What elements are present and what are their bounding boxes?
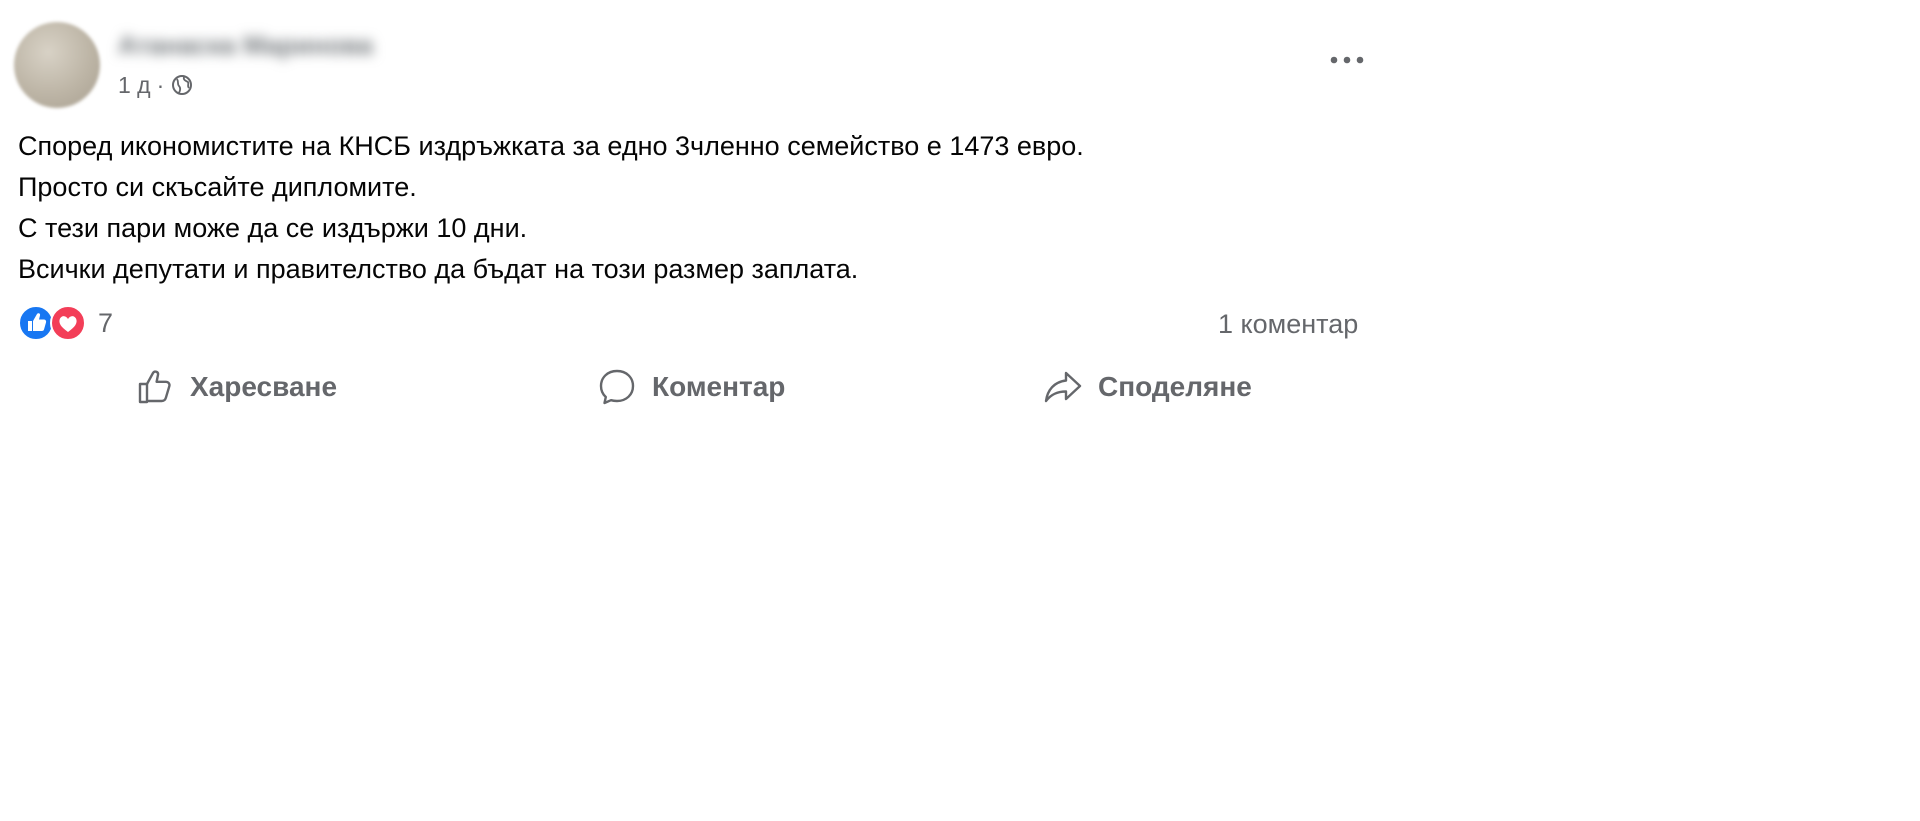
reaction-count: 7 — [98, 307, 114, 338]
comment-bubble-icon — [596, 366, 638, 408]
love-reaction-icon — [50, 305, 86, 341]
share-arrow-icon — [1042, 366, 1084, 408]
comment-label: Коментар — [652, 371, 786, 402]
like-button[interactable]: Харесване — [134, 362, 337, 412]
reactions-summary[interactable]: 7 — [18, 305, 113, 341]
post-text-line: Всички депутати и правителство да бъдат … — [18, 254, 859, 284]
comment-count[interactable]: 1 коментар — [1218, 306, 1358, 342]
comment-button[interactable]: Коментар — [596, 362, 785, 412]
share-label: Споделяне — [1098, 371, 1252, 402]
thumbs-up-icon — [134, 366, 176, 408]
globe-icon — [170, 73, 194, 97]
post-text: Според икономистите на КНСБ издръжката з… — [18, 126, 1378, 290]
post-meta: 1 д · — [118, 70, 194, 100]
share-button[interactable]: Споделяне — [1042, 362, 1252, 412]
post-text-line: С тези пари може да се издържи 10 дни. — [18, 213, 528, 243]
post-text-line: Просто си скъсайте дипломите. — [18, 172, 417, 202]
like-reaction-icon — [18, 305, 54, 341]
avatar[interactable] — [14, 22, 100, 108]
post-time[interactable]: 1 д — [118, 72, 151, 99]
meta-separator: · — [156, 71, 165, 98]
more-options-icon — [1330, 56, 1364, 64]
more-options-button[interactable] — [1324, 44, 1370, 76]
like-label: Харесване — [190, 371, 338, 402]
facebook-post: Атанаска Маринова 1 д · Според икономист… — [0, 0, 1920, 821]
post-text-line: Според икономистите на КНСБ издръжката з… — [18, 131, 1084, 161]
author-name[interactable]: Атанаска Маринова — [118, 28, 373, 62]
